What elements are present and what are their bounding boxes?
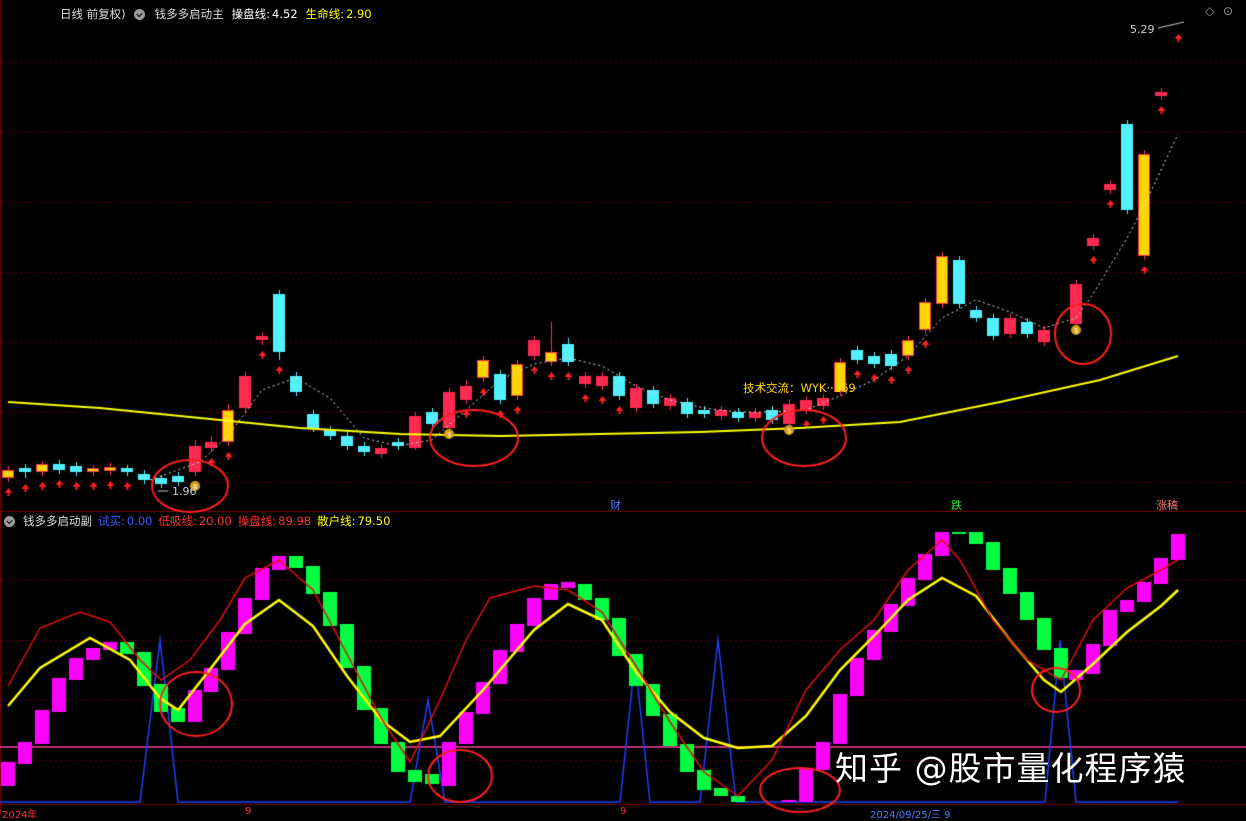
main-panel-header: 日线 前复权) 钱多多启动主 操盘线: 4.52 生命线: 2.90: [12, 5, 372, 23]
annotation-text: 技术交流：WYK··169: [743, 381, 856, 395]
event-label-zhang[interactable]: 涨稿: [1156, 497, 1178, 513]
kline-chart-canvas[interactable]: [0, 0, 1246, 815]
trial-buy-value: 0.00: [126, 514, 153, 528]
sub-trade-line-label: 操盘线:: [237, 514, 277, 528]
event-label-die[interactable]: 跌: [951, 497, 962, 513]
trade-line-value: 4.52: [272, 7, 298, 21]
axis-date-2: 9: [245, 806, 252, 817]
trade-line-label: 操盘线:: [231, 7, 271, 21]
diamond-icon[interactable]: ◇: [1205, 4, 1214, 18]
watermark: 知乎 @股市量化程序猿: [835, 749, 1187, 788]
life-line-value: 2.90: [346, 7, 372, 21]
low-buy-label: 低吸线:: [158, 514, 197, 528]
low-price-label: 1.96: [172, 485, 197, 498]
life-line-label: 生命线:: [305, 7, 345, 21]
sub-trade-line-value: 89.98: [278, 514, 312, 528]
sub-panel-header: 钱多多启动副 试买: 0.00 低吸线: 20.00 操盘线: 89.98 散户线: 7…: [4, 512, 390, 530]
sub-indicator-name[interactable]: 钱多多启动副: [23, 512, 92, 530]
axis-date-1: 2024年: [2, 810, 38, 821]
event-label-cai[interactable]: 财: [610, 497, 621, 513]
axis-date-3: 9: [620, 806, 627, 817]
period-label[interactable]: 日线 前复权): [12, 5, 126, 23]
trial-buy-label: 试买:: [98, 514, 125, 528]
retail-line-label: 散户线:: [317, 514, 356, 528]
settings-icon[interactable]: ⊙: [1223, 4, 1233, 18]
sub-indicator-toggle-icon[interactable]: [4, 515, 15, 527]
high-price-label: 5.29: [1130, 23, 1155, 36]
main-indicator-name[interactable]: 钱多多启动主: [155, 5, 224, 23]
indicator-toggle-icon[interactable]: [133, 8, 145, 20]
retail-line-value: 79.50: [357, 514, 391, 528]
axis-date-4: 2024/09/25/三 9: [870, 810, 951, 821]
low-buy-value: 20.00: [198, 514, 232, 528]
